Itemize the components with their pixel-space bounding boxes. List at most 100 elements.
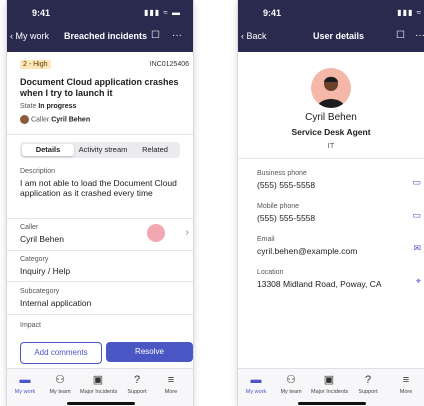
user-role: Service Desk Agent [291, 127, 371, 137]
tabbar-label: My team [49, 389, 71, 395]
chevron-right-icon: › [185, 227, 189, 238]
avatar [20, 115, 29, 124]
subcategory-value: Internal application [20, 298, 92, 308]
back-label: Back [246, 31, 267, 41]
business-phone-row[interactable]: Business phone (555) 555-5558 ▭ [238, 168, 424, 194]
divider [7, 281, 193, 282]
tabbar-major-incidents[interactable]: ▣ Major Incidents [80, 373, 118, 395]
more-button[interactable]: ··· [172, 30, 182, 41]
signal-icons: ▮▮▮ ≈ ▬ [143, 8, 181, 17]
tabbar-label: My team [280, 389, 302, 395]
location-label: Location [257, 269, 284, 276]
tabbar-label: More [164, 389, 178, 395]
chevron-left-icon: ‹ [241, 31, 244, 41]
touch-indicator [147, 224, 165, 242]
caller-row[interactable]: Caller Cyril Behen [20, 115, 90, 124]
team-icon: ⚇ [55, 374, 65, 386]
tabbar-support[interactable]: ? Support [350, 373, 386, 395]
impact-label: Impact [20, 322, 42, 329]
divider [7, 314, 193, 315]
email-icon[interactable]: ✉ [413, 243, 421, 254]
tabbar-label: More [399, 389, 413, 395]
tabbar-more[interactable]: ≡ More [388, 373, 424, 395]
category-label: Category [20, 256, 49, 263]
state-row: State In progress [20, 103, 76, 110]
category-value: Inquiry / Help [20, 266, 71, 276]
nav-bar: 9:41 ▮▮▮ ≈ ▬ ‹ My work Breached incident… [7, 0, 193, 52]
location-row[interactable]: Location 13308 Midland Road, Poway, CA ⌖ [238, 267, 424, 293]
back-label: My work [15, 31, 50, 41]
tabbar-major-incidents[interactable]: ▣ Major Incidents [311, 373, 348, 395]
back-button[interactable]: ‹ My work [10, 31, 49, 41]
profile-photo [317, 76, 345, 108]
tabbar-label: Support [127, 389, 147, 395]
status-bar: 9:41 ▮▮▮ ≈ ▬ [7, 7, 193, 21]
tabbar-more[interactable]: ≡ More [153, 373, 189, 395]
tab-related[interactable]: Related [132, 144, 178, 156]
description-value: I am not able to load the Document Cloud… [20, 178, 177, 198]
incident-icon: ▣ [92, 374, 104, 386]
priority-badge: 2 - High [20, 60, 51, 69]
caller-name: Cyril Behen [51, 116, 91, 124]
email-value: cyril.behen@example.com [257, 246, 358, 256]
signal-icons: ▮▮▮ ≈ [397, 8, 422, 17]
tabbar-label: Major Incidents [80, 389, 118, 395]
more-button[interactable]: ··· [415, 30, 424, 41]
mobile-phone-row[interactable]: Mobile phone (555) 555-5558 ▭ [238, 201, 424, 227]
business-phone-value: (555) 555-5558 [257, 180, 316, 190]
incident-icon: ▣ [323, 374, 335, 386]
help-icon: ? [364, 374, 372, 386]
incident-detail-screen: 9:41 ▮▮▮ ≈ ▬ ‹ My work Breached incident… [7, 0, 193, 406]
business-phone-label: Business phone [257, 170, 307, 177]
user-name: Cyril Behen [305, 112, 357, 123]
page-title: User details [313, 31, 365, 41]
incident-number: INC0125406 [149, 61, 189, 68]
menu-icon: ≡ [402, 374, 410, 386]
user-details-screen: 9:41 ▮▮▮ ≈ ‹ Back User details ☐ ··· Cyr… [238, 0, 424, 406]
status-bar: 9:41 ▮▮▮ ≈ [238, 7, 424, 21]
add-comments-button[interactable]: Add comments [20, 342, 102, 364]
menu-icon: ≡ [167, 374, 175, 386]
tabbar-my-team[interactable]: ⚇ My team [42, 373, 78, 395]
divider [238, 158, 424, 159]
page-title: Breached incidents [64, 31, 148, 41]
bookmark-icon[interactable]: ☐ [151, 30, 160, 41]
divider [7, 134, 193, 135]
email-row[interactable]: Email cyril.behen@example.com ✉ [238, 234, 424, 260]
tab-details[interactable]: Details [22, 144, 74, 156]
mobile-phone-label: Mobile phone [257, 203, 300, 210]
location-value: 13308 Midland Road, Poway, CA [257, 279, 382, 289]
tab-bar: ▬ My work ⚇ My team ▣ Major Incidents ? … [7, 368, 193, 406]
caller-field-row[interactable]: Caller Cyril Behen › [7, 219, 193, 247]
back-button[interactable]: ‹ Back [241, 31, 267, 41]
tabbar-label: My work [14, 389, 36, 395]
state-value: In progress [38, 103, 77, 110]
tabbar-support[interactable]: ? Support [119, 373, 155, 395]
location-icon[interactable]: ⌖ [416, 276, 421, 287]
bookmark-icon[interactable]: ☐ [396, 30, 405, 41]
state-label: State [20, 103, 37, 110]
tab-activity-stream[interactable]: Activity stream [76, 144, 130, 156]
nav-bar: 9:41 ▮▮▮ ≈ ‹ Back User details ☐ ··· [238, 0, 424, 52]
status-time: 9:41 [32, 8, 51, 18]
help-icon: ? [133, 374, 141, 386]
caller-field-value: Cyril Behen [20, 234, 64, 244]
email-label: Email [257, 236, 275, 243]
briefcase-icon: ▬ [250, 374, 262, 386]
tab-bar: ▬ My work ⚇ My team ▣ Major Incidents ? … [238, 368, 424, 406]
mobile-phone-value: (555) 555-5558 [257, 213, 316, 223]
message-icon[interactable]: ▭ [412, 210, 421, 221]
home-indicator [67, 402, 135, 405]
briefcase-icon: ▬ [19, 374, 31, 386]
tabbar-my-team[interactable]: ⚇ My team [273, 373, 309, 395]
avatar [311, 68, 351, 108]
tabbar-my-work[interactable]: ▬ My work [7, 373, 43, 395]
home-indicator [298, 402, 366, 405]
tabbar-label: Support [358, 389, 378, 395]
tabbar-label: My work [245, 389, 267, 395]
divider [7, 250, 193, 251]
message-icon[interactable]: ▭ [412, 177, 421, 188]
tabbar-my-work[interactable]: ▬ My work [238, 373, 274, 395]
resolve-button[interactable]: Resolve [106, 342, 193, 362]
team-icon: ⚇ [286, 374, 296, 386]
